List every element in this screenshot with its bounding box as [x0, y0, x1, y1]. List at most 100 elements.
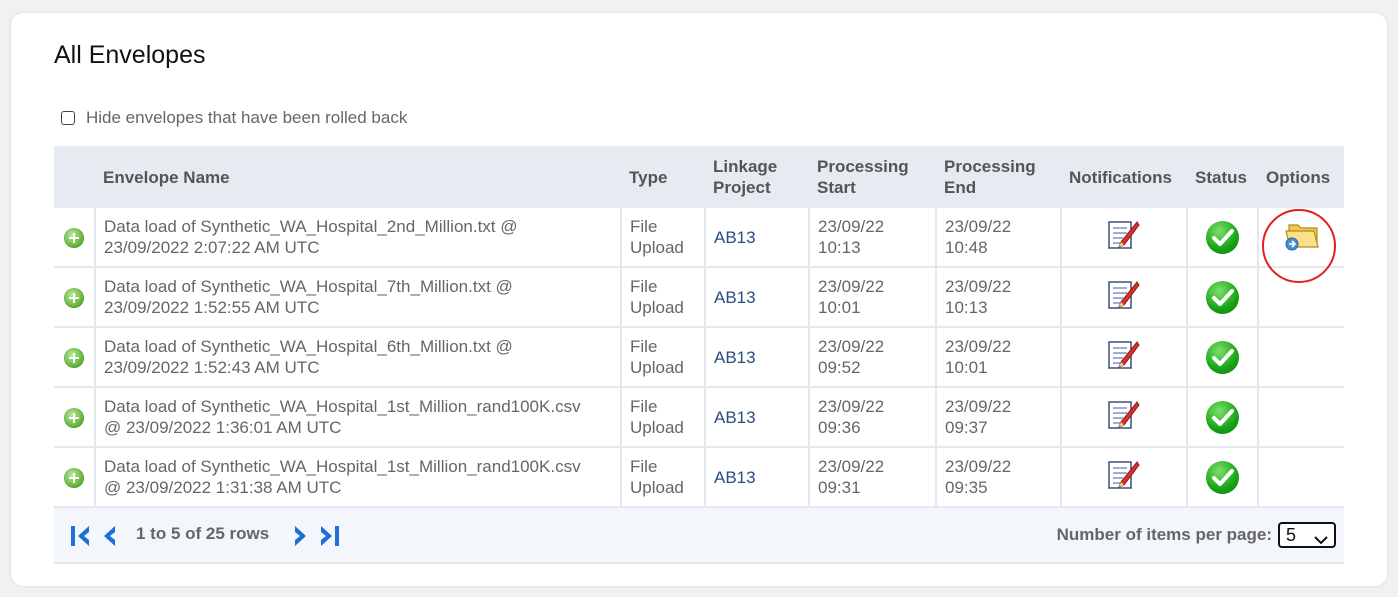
page-title: All Envelopes [54, 41, 206, 69]
type-line: File [630, 457, 658, 476]
envelopes-grid: Envelope Name Type Linkage Project Proce… [54, 146, 1344, 564]
type-line: Upload [630, 358, 684, 377]
column-header-processing-end[interactable]: Processing End [936, 146, 1061, 208]
column-header-options[interactable]: Options [1258, 146, 1344, 208]
envelope-name-cell: Data load of Synthetic_WA_Hospital_1st_M… [95, 387, 622, 448]
type-cell: File Upload [621, 447, 706, 508]
expand-plus-icon[interactable] [64, 287, 84, 308]
type-cell: File Upload [621, 208, 706, 268]
status-check-icon [1206, 400, 1239, 434]
type-line: File [630, 337, 658, 356]
folder-options-icon[interactable] [1283, 219, 1321, 256]
header-text: Linkage [713, 157, 778, 176]
notifications-cell [1061, 387, 1188, 448]
column-header-envelope-name[interactable]: Envelope Name [95, 146, 621, 208]
table-row[interactable]: Data load of Synthetic_WA_Hospital_7th_M… [54, 267, 1344, 328]
items-per-page-label: Number of items per page: [1056, 525, 1272, 544]
type-cell: File Upload [621, 327, 706, 388]
pagination-range: 1 to 5 of 25 rows [136, 524, 270, 543]
envelope-name-line: 23/09/2022 2:07:22 AM UTC [104, 238, 320, 257]
envelope-name-line: Data load of Synthetic_WA_Hospital_1st_M… [104, 397, 581, 416]
hide-rolled-back-filter[interactable]: Hide envelopes that have been rolled bac… [61, 108, 407, 128]
expand-cell[interactable] [54, 387, 96, 448]
time-line: 09:37 [945, 418, 988, 437]
previous-page-icon[interactable] [101, 525, 119, 552]
notification-edit-icon[interactable] [1107, 279, 1141, 316]
processing-start-cell: 23/09/22 09:52 [809, 327, 937, 388]
type-line: File [630, 277, 658, 296]
linkage-project-link[interactable]: AB13 [705, 447, 810, 508]
status-check-icon [1206, 340, 1239, 374]
linkage-project-link[interactable]: AB13 [705, 267, 810, 328]
time-line: 10:01 [818, 298, 861, 317]
header-text: Start [817, 178, 856, 197]
processing-end-cell: 23/09/22 10:13 [936, 267, 1062, 328]
envelope-name-line: Data load of Synthetic_WA_Hospital_6th_M… [104, 337, 513, 356]
table-row[interactable]: Data load of Synthetic_WA_Hospital_2nd_M… [54, 208, 1344, 268]
notification-edit-icon[interactable] [1107, 399, 1141, 436]
items-per-page-select[interactable]: 5 [1278, 522, 1336, 548]
status-cell [1187, 387, 1259, 448]
expand-cell[interactable] [54, 327, 96, 388]
envelopes-table: Envelope Name Type Linkage Project Proce… [54, 146, 1344, 508]
date-line: 23/09/22 [945, 337, 1012, 356]
envelope-name-line: @ 23/09/2022 1:36:01 AM UTC [104, 418, 342, 437]
type-line: Upload [630, 478, 684, 497]
linkage-project-link[interactable]: AB13 [705, 327, 810, 388]
processing-end-cell: 23/09/22 09:35 [936, 447, 1062, 508]
table-header-row: Envelope Name Type Linkage Project Proce… [54, 146, 1344, 208]
pagination-bar: 1 to 5 of 25 rows Number of items per pa… [54, 508, 1344, 564]
status-check-icon [1206, 280, 1239, 314]
table-row[interactable]: Data load of Synthetic_WA_Hospital_1st_M… [54, 387, 1344, 448]
status-cell [1187, 447, 1259, 508]
envelopes-panel: All Envelopes Hide envelopes that have b… [11, 13, 1387, 586]
time-line: 10:48 [945, 238, 988, 257]
processing-start-cell: 23/09/22 10:01 [809, 267, 937, 328]
notification-edit-icon[interactable] [1107, 339, 1141, 376]
table-row[interactable]: Data load of Synthetic_WA_Hospital_6th_M… [54, 327, 1344, 388]
expand-plus-icon[interactable] [64, 407, 84, 428]
next-page-icon[interactable] [291, 525, 309, 552]
time-line: 09:36 [818, 418, 861, 437]
expand-plus-icon[interactable] [64, 227, 84, 248]
expand-cell[interactable] [54, 267, 96, 328]
linkage-project-link[interactable]: AB13 [705, 208, 810, 268]
column-header-type[interactable]: Type [621, 146, 705, 208]
processing-end-cell: 23/09/22 10:48 [936, 208, 1062, 268]
column-header-status[interactable]: Status [1187, 146, 1258, 208]
type-line: Upload [630, 418, 684, 437]
type-line: Upload [630, 238, 684, 257]
expand-cell[interactable] [54, 447, 96, 508]
type-cell: File Upload [621, 267, 706, 328]
options-cell [1258, 208, 1344, 268]
type-line: File [630, 217, 658, 236]
items-per-page: Number of items per page: 5 [1057, 522, 1336, 548]
notifications-cell [1061, 208, 1188, 268]
date-line: 23/09/22 [818, 277, 885, 296]
last-page-icon[interactable] [317, 525, 341, 552]
expand-plus-icon[interactable] [64, 467, 84, 488]
expand-column-header [54, 146, 95, 208]
time-line: 09:31 [818, 478, 861, 497]
options-cell [1258, 387, 1344, 448]
expand-cell[interactable] [54, 208, 96, 268]
type-cell: File Upload [621, 387, 706, 448]
date-line: 23/09/22 [945, 397, 1012, 416]
notification-edit-icon[interactable] [1107, 459, 1141, 496]
first-page-icon[interactable] [69, 525, 93, 552]
notifications-cell [1061, 267, 1188, 328]
processing-start-cell: 23/09/22 10:13 [809, 208, 937, 268]
time-line: 09:52 [818, 358, 861, 377]
options-cell [1258, 267, 1344, 328]
expand-plus-icon[interactable] [64, 347, 84, 368]
notification-edit-icon[interactable] [1107, 219, 1141, 256]
hide-rolled-back-checkbox[interactable] [61, 111, 75, 125]
column-header-linkage-project[interactable]: Linkage Project [705, 146, 809, 208]
notifications-cell [1061, 447, 1188, 508]
linkage-project-link[interactable]: AB13 [705, 387, 810, 448]
column-header-processing-start[interactable]: Processing Start [809, 146, 936, 208]
processing-end-cell: 23/09/22 09:37 [936, 387, 1062, 448]
hide-rolled-back-label: Hide envelopes that have been rolled bac… [86, 108, 408, 127]
table-row[interactable]: Data load of Synthetic_WA_Hospital_1st_M… [54, 447, 1344, 508]
column-header-notifications[interactable]: Notifications [1061, 146, 1187, 208]
